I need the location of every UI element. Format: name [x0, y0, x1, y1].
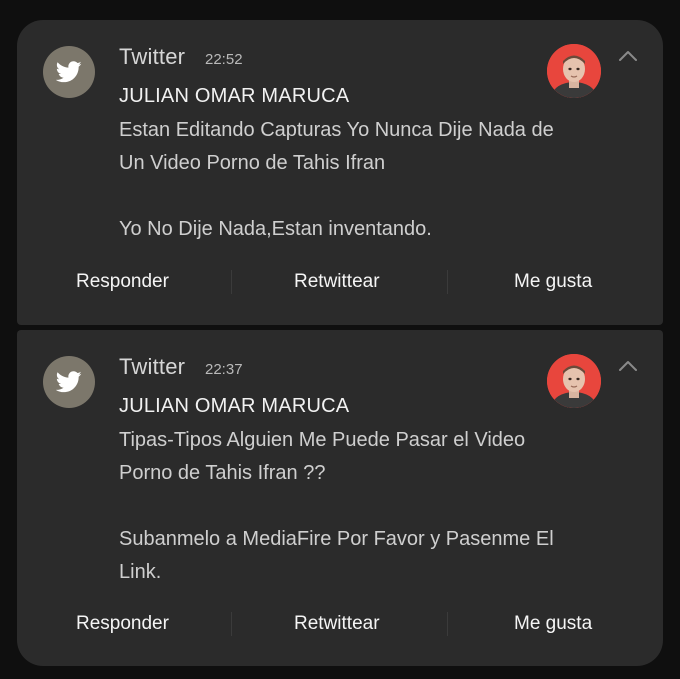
reply-button[interactable]: Responder: [76, 262, 169, 302]
message-line: Porno de Tahis Ifran ??: [119, 462, 326, 484]
twitter-bird-icon: [56, 61, 82, 83]
twitter-app-icon: [43, 356, 95, 408]
sender-name: JULIAN OMAR MARUCA: [119, 85, 350, 107]
message-line: Yo No Dije Nada,Estan inventando.: [119, 218, 432, 240]
chevron-up-icon[interactable]: [617, 48, 639, 64]
action-bar: Responder Retwittear Me gusta: [17, 262, 663, 302]
like-button[interactable]: Me gusta: [514, 604, 592, 644]
app-name: Twitter: [119, 354, 186, 379]
chevron-up-icon[interactable]: [617, 358, 639, 374]
retweet-button[interactable]: Retwittear: [294, 262, 380, 302]
action-divider: [231, 270, 232, 294]
like-button[interactable]: Me gusta: [514, 262, 592, 302]
action-divider: [447, 612, 448, 636]
notification-card[interactable]: Twitter 22:37 JULIAN OMAR MARUCA Tipas-T…: [17, 330, 663, 666]
message-line: Un Video Porno de Tahis Ifran: [119, 152, 386, 174]
profile-photo: [547, 354, 601, 408]
twitter-bird-icon: [56, 371, 82, 393]
app-name: Twitter: [119, 44, 186, 69]
retweet-button[interactable]: Retwittear: [294, 604, 380, 644]
twitter-app-icon: [43, 46, 95, 98]
sender-name: JULIAN OMAR MARUCA: [119, 395, 350, 417]
notification-time: 22:52: [205, 51, 243, 68]
action-divider: [231, 612, 232, 636]
avatar: [547, 44, 601, 98]
notification-time: 22:37: [205, 361, 243, 378]
notification-stack: Twitter 22:52 JULIAN OMAR MARUCA Estan E…: [0, 0, 680, 679]
notification-card[interactable]: Twitter 22:52 JULIAN OMAR MARUCA Estan E…: [17, 20, 663, 325]
action-bar: Responder Retwittear Me gusta: [17, 604, 663, 644]
reply-button[interactable]: Responder: [76, 604, 169, 644]
message-line: Tipas-Tipos Alguien Me Puede Pasar el Vi…: [119, 429, 526, 451]
message-line: Subanmelo a MediaFire Por Favor y Pasenm…: [119, 528, 554, 550]
avatar: [547, 354, 601, 408]
profile-photo: [547, 44, 601, 98]
message-line: Estan Editando Capturas Yo Nunca Dije Na…: [119, 119, 554, 141]
message-line: Link.: [119, 561, 162, 583]
action-divider: [447, 270, 448, 294]
